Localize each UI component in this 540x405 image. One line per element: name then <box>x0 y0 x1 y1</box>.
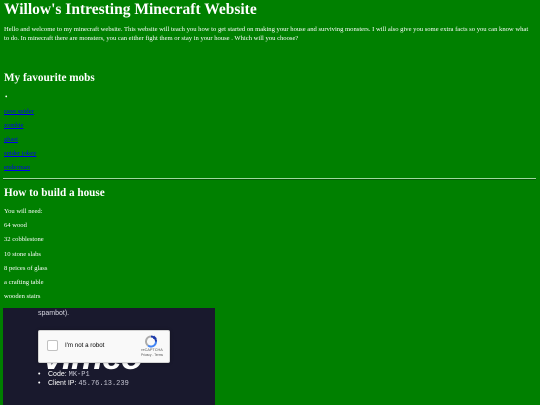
material-item: wooden stairs <box>4 293 41 300</box>
page-title: Willow's Intresting Minecraft Website <box>4 1 257 18</box>
mob-link-spider-jokey[interactable]: spider jokey <box>4 150 36 158</box>
client-ip-label: Client IP: <box>48 380 77 387</box>
mob-link-enderman[interactable]: enderman <box>4 164 30 172</box>
material-item: 64 wood <box>4 222 27 229</box>
mob-link-cave-spider[interactable]: cave spider <box>4 108 34 116</box>
material-item: a crafting table <box>4 279 44 286</box>
material-item: 32 cobblestone <box>4 236 44 243</box>
client-ip-value: 45.76.13.239 <box>78 380 129 388</box>
recaptcha-widget: I'm not a robot reCAPTCHA Privacy - Term… <box>38 330 170 363</box>
code-value: MK-P1 <box>68 371 90 379</box>
embed-ip-line: Client IP: 45.76.13.239 <box>38 380 129 388</box>
need-label: You will need: <box>4 208 43 215</box>
embed-cut-text: spambot). <box>38 310 70 317</box>
video-embed[interactable]: spambot). vimeo Code: MK-P1 Client IP: 4… <box>3 308 215 405</box>
mob-link-zombie[interactable]: zombie <box>4 122 23 130</box>
material-item: 10 stone slabs <box>4 251 41 258</box>
mobs-heading: My favourite mobs <box>4 72 95 84</box>
material-item: 8 peices of glass <box>4 265 48 272</box>
code-label: Code: <box>48 371 67 378</box>
house-heading: How to build a house <box>4 187 105 199</box>
captcha-label: I'm not a robot <box>65 342 105 349</box>
empty-bullet: • <box>5 93 8 101</box>
embed-code-line: Code: MK-P1 <box>38 371 90 379</box>
recaptcha-terms[interactable]: Privacy - Terms <box>135 353 169 357</box>
recaptcha-logo-icon <box>145 335 157 348</box>
section-divider <box>3 178 536 180</box>
recaptcha-brand: reCAPTCHA <box>141 348 163 352</box>
checkbox-icon[interactable] <box>47 340 58 351</box>
intro-paragraph: Hello and welcome to my minecraft websit… <box>4 26 529 42</box>
mob-link-ghast[interactable]: ghast <box>4 136 18 144</box>
